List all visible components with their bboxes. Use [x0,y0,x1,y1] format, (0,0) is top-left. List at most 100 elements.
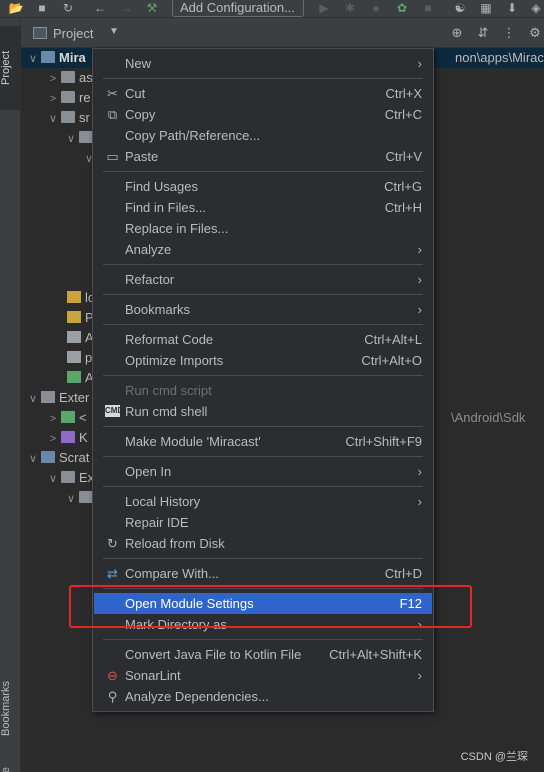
gear-icon[interactable]: ⚙ [527,25,543,41]
tree-row[interactable]: A [21,328,94,348]
sdk-path-hint: \Android\Sdk [451,410,526,425]
tree-row[interactable]: lc [21,288,94,308]
folder-icon [61,471,75,483]
menu-separator [103,486,423,487]
menu-item-new[interactable]: New › [94,53,432,74]
device-manager-icon[interactable]: ▦ [478,1,494,15]
left-tool-stripe: Project Bookmarks ure [0,18,21,772]
menu-separator [103,456,423,457]
submenu-arrow-icon: › [417,302,422,317]
clipboard-icon: ▭ [106,149,119,164]
menu-item-copy-path[interactable]: Copy Path/Reference... [94,125,432,146]
sdk-manager-icon[interactable]: ⬇ [504,1,520,15]
sync-icon[interactable]: ↻ [60,1,76,15]
tree-row[interactable]: ∨ Ex [21,468,94,488]
menu-item-local-history[interactable]: Local History › [94,491,432,512]
menu-item-replace-in-files[interactable]: Replace in Files... [94,218,432,239]
menu-item-run-cmd-shell[interactable]: CMD Run cmd shell [94,401,432,422]
menu-item-bookmarks[interactable]: Bookmarks › [94,299,432,320]
menu-item-analyze[interactable]: Analyze › [94,239,432,260]
project-view-selector[interactable]: Project [53,26,93,41]
tree-row[interactable]: A [21,368,94,388]
profile-icon: ● [372,1,380,15]
structure-tool-tab[interactable]: ure [0,760,21,772]
menu-separator [103,324,423,325]
menu-item-repair-ide[interactable]: Repair IDE [94,512,432,533]
tree-row[interactable]: > re [21,88,91,108]
expand-arrow-icon[interactable]: ∨ [47,109,59,129]
menu-item-copy[interactable]: ⧉ Copy Ctrl+C [94,104,432,125]
menu-item-open-in[interactable]: Open In › [94,461,432,482]
expand-all-icon[interactable]: ⇵ [475,25,491,41]
collapse-all-icon[interactable]: ⋮ [501,25,517,41]
submenu-arrow-icon: › [417,272,422,287]
tree-row[interactable]: ∨ [21,148,95,168]
tree-row[interactable]: ∨ Scrat [21,448,89,468]
menu-item-convert-java-to-kotlin[interactable]: Convert Java File to Kotlin File Ctrl+Al… [94,644,432,665]
project-panel-header: Project ▼ ⊕ ⇵ ⋮ ⚙ [21,18,544,48]
apply-changes-icon[interactable]: ✿ [394,1,410,15]
properties-file-icon [67,371,81,383]
menu-item-find-in-files[interactable]: Find in Files... Ctrl+H [94,197,432,218]
menu-separator [103,264,423,265]
root-path-hint: non\apps\Miracast [455,50,544,65]
project-view-icon [33,27,47,39]
menu-item-compare-with[interactable]: ⇄ Compare With... Ctrl+D [94,563,432,584]
menu-item-reload-from-disk[interactable]: ↻ Reload from Disk [94,533,432,554]
project-tool-tab[interactable]: Project [0,26,21,110]
expand-arrow-icon[interactable]: ∨ [65,129,77,149]
tree-row[interactable]: ∨ sr [21,108,90,128]
menu-separator [103,558,423,559]
tree-row[interactable]: > < [21,408,87,428]
expand-arrow-icon[interactable]: ∨ [27,389,39,409]
library-icon [41,391,55,403]
kotlin-icon [61,431,75,443]
tree-row[interactable]: > K [21,428,88,448]
expand-arrow-icon[interactable]: ∨ [27,449,39,469]
menu-item-optimize-imports[interactable]: Optimize Imports Ctrl+Alt+O [94,350,432,371]
chevron-right-icon[interactable]: > [47,69,59,89]
menu-item-find-usages[interactable]: Find Usages Ctrl+G [94,176,432,197]
chevron-right-icon[interactable]: > [47,429,59,449]
sync-gradle-icon[interactable]: ☯ [452,1,468,15]
annotation-highlight-box [69,585,472,628]
chevron-right-icon[interactable]: > [47,409,59,429]
tree-row[interactable]: ∨ [21,128,97,148]
chart-file-icon [67,291,81,303]
expand-arrow-icon[interactable]: ∨ [47,469,59,489]
tree-row[interactable]: p [21,348,92,368]
menu-item-sonarlint[interactable]: ⊖ SonarLint › [94,665,432,686]
cmd-icon: CMD [105,405,124,417]
bookmarks-tool-tab[interactable]: Bookmarks [0,666,21,750]
tree-row[interactable]: ∨ [21,488,97,508]
build-hammer-icon[interactable]: ⚒ [144,1,160,15]
menu-item-refactor[interactable]: Refactor › [94,269,432,290]
chevron-right-icon[interactable]: > [47,89,59,109]
stop-icon: ■ [424,1,432,15]
tree-row[interactable]: ∨ Exter [21,388,89,408]
menu-item-paste[interactable]: ▭ Paste Ctrl+V [94,146,432,167]
menu-item-reformat-code[interactable]: Reformat Code Ctrl+Alt+L [94,329,432,350]
folder-icon [61,71,75,83]
add-configuration-button[interactable]: Add Configuration... [172,0,304,17]
tree-row[interactable]: P [21,308,94,328]
run-icon: ▶ [319,1,329,15]
menu-item-analyze-dependencies[interactable]: ⚲ Analyze Dependencies... [94,686,432,707]
expand-arrow-icon[interactable]: ∨ [65,489,77,509]
android-icon [61,411,75,423]
menu-separator [103,78,423,79]
chevron-down-icon[interactable]: ▼ [109,26,119,37]
back-icon[interactable]: ← [92,1,108,15]
scissors-icon: ✂ [107,86,118,101]
debug-icon: ✱ [344,1,356,15]
menu-item-make-module[interactable]: Make Module 'Miracast' Ctrl+Shift+F9 [94,431,432,452]
sonarlint-icon: ⊖ [107,668,118,683]
tree-row[interactable]: > as [21,68,93,88]
save-icon[interactable]: ■ [34,1,50,15]
analyze-icon: ⚲ [107,689,118,704]
select-opened-file-icon[interactable]: ⊕ [449,25,465,41]
expand-arrow-icon[interactable]: ∨ [27,49,39,69]
more-icon[interactable]: ◈ [528,1,544,15]
menu-item-cut[interactable]: ✂ Cut Ctrl+X [94,83,432,104]
open-folder-icon[interactable]: 📂 [8,1,24,15]
